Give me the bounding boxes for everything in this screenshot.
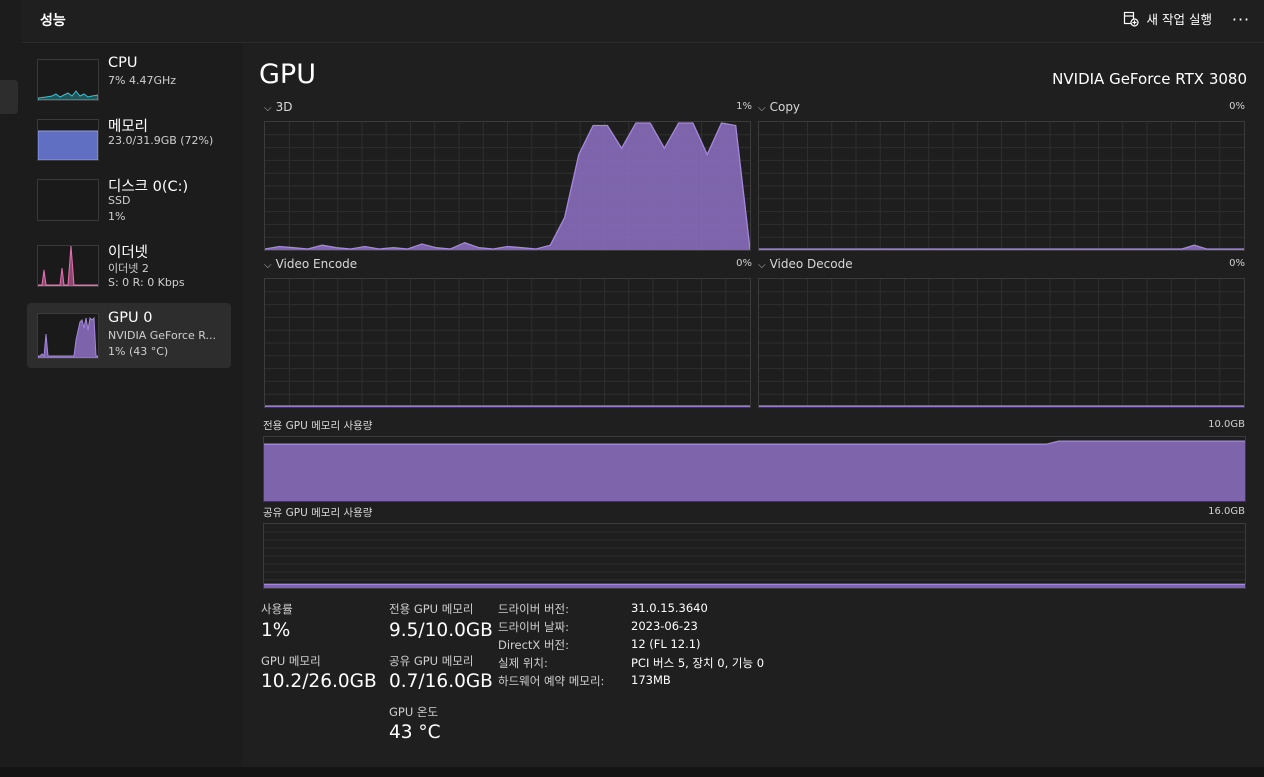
graph-3d xyxy=(264,121,751,251)
graph-video-decode-svg xyxy=(759,279,1244,407)
engine-selector-3d[interactable]: ⌵ 3D xyxy=(264,100,292,114)
nav-rail-selected-indicator[interactable] xyxy=(0,80,18,114)
engine-label: Video Decode xyxy=(769,257,853,271)
nav-rail xyxy=(0,0,22,777)
engine-selector-copy[interactable]: ⌵ Copy xyxy=(758,100,800,114)
cpu-thumbnail-graph xyxy=(37,59,99,101)
sidebar-item-detail: NVIDIA GeForce R... xyxy=(108,329,217,342)
top-bar: 성능 새 작업 실행 ··· xyxy=(22,0,1264,43)
directx-version-key: DirectX 버전: xyxy=(498,638,570,652)
sidebar-item-label: 이더넷 xyxy=(108,245,149,261)
directx-version-value: 12 (FL 12.1) xyxy=(631,637,701,651)
driver-date-value: 2023-06-23 xyxy=(631,619,698,633)
engine-label: 3D xyxy=(275,100,293,114)
sidebar-item-cpu[interactable]: CPU 7% 4.47GHz xyxy=(27,55,231,115)
gpu-memory-label: GPU 메모리 xyxy=(261,654,321,668)
gpu-title: GPU xyxy=(259,59,316,90)
sidebar-item-label: 디스크 0(C:) xyxy=(108,179,189,195)
graph-video-decode xyxy=(758,278,1245,408)
sidebar-item-detail: 이더넷 2 xyxy=(108,262,149,275)
sidebar-item-memory[interactable]: 메모리 23.0/31.9GB (72%) xyxy=(27,115,231,175)
engine-percent: 1% xyxy=(736,101,752,112)
memory-thumbnail-graph xyxy=(37,119,99,161)
graph-copy xyxy=(758,121,1245,251)
graph-copy-svg xyxy=(759,122,1244,250)
sidebar-item-detail: 23.0/31.9GB (72%) xyxy=(108,134,214,147)
dedicated-memory-label: 전용 GPU 메모리 xyxy=(389,602,474,616)
sidebar-item-label: GPU 0 xyxy=(108,310,153,326)
sidebar-item-gpu0[interactable]: GPU 0 NVIDIA GeForce R... 1% (43 °C) xyxy=(27,303,231,368)
sidebar-item-detail-2: S: 0 R: 0 Kbps xyxy=(108,276,185,289)
utilization-label: 사용률 xyxy=(261,602,293,616)
physical-location-value: PCI 버스 5, 장치 0, 기능 0 xyxy=(631,656,765,670)
gpu-temperature-value: 43 °C xyxy=(389,722,441,743)
reserved-memory-value: 173MB xyxy=(631,673,671,687)
driver-version-value: 31.0.15.3640 xyxy=(631,601,708,615)
engine-selector-video-decode[interactable]: ⌵ Video Decode xyxy=(758,257,853,271)
run-new-task-label: 새 작업 실행 xyxy=(1146,12,1212,27)
gpu-thumbnail-svg xyxy=(38,316,98,358)
chevron-down-icon: ⌵ xyxy=(264,103,272,114)
graph-shared-memory xyxy=(263,523,1246,589)
gpu-temperature-label: GPU 온도 xyxy=(389,705,439,719)
gpu-memory-value: 10.2/26.0GB xyxy=(261,671,377,692)
chevron-down-icon: ⌵ xyxy=(758,260,766,271)
shared-memory-graph-label: 공유 GPU 메모리 사용량 xyxy=(263,507,373,519)
dedicated-memory-graph-label: 전용 GPU 메모리 사용량 xyxy=(263,420,373,432)
series-area xyxy=(264,441,1245,501)
graph-3d-svg xyxy=(265,122,750,250)
sidebar-item-label: CPU xyxy=(108,55,138,71)
bottom-bar xyxy=(0,767,1264,777)
more-options-button[interactable]: ··· xyxy=(1228,6,1254,32)
ethernet-thumbnail-graph xyxy=(37,245,99,287)
page-title: 성능 xyxy=(40,13,66,29)
engine-percent: 0% xyxy=(1229,101,1245,112)
cpu-thumbnail-svg xyxy=(38,90,98,100)
sidebar-item-detail: SSD xyxy=(108,194,131,207)
sidebar-item-detail-2: 1% xyxy=(108,210,126,223)
shared-memory-label: 공유 GPU 메모리 xyxy=(389,654,474,668)
disk-thumbnail-graph xyxy=(37,179,99,221)
performance-sidebar: CPU 7% 4.47GHz 메모리 23.0/31.9GB (72%) 디스크… xyxy=(22,43,242,767)
memory-thumbnail-svg xyxy=(38,130,98,160)
driver-version-key: 드라이버 버전: xyxy=(498,602,570,616)
dedicated-memory-value: 9.5/10.0GB xyxy=(389,620,493,641)
chevron-down-icon: ⌵ xyxy=(758,103,766,114)
gpu-thumbnail-graph xyxy=(37,313,99,359)
new-task-icon xyxy=(1123,11,1139,27)
dedicated-memory-max: 10.0GB xyxy=(1208,419,1245,430)
sidebar-item-ethernet[interactable]: 이더넷 이더넷 2 S: 0 R: 0 Kbps xyxy=(27,241,231,301)
sidebar-item-detail: 7% 4.47GHz xyxy=(108,74,177,87)
graph-video-encode-svg xyxy=(265,279,750,407)
graph-dedicated-memory xyxy=(263,436,1246,502)
chevron-down-icon: ⌵ xyxy=(264,260,272,271)
reserved-memory-key: 하드웨어 예약 메모리: xyxy=(498,674,605,688)
engine-percent: 0% xyxy=(736,258,752,269)
physical-location-key: 실제 위치: xyxy=(498,656,548,670)
sidebar-item-detail-2: 1% (43 °C) xyxy=(108,345,169,358)
engine-selector-video-encode[interactable]: ⌵ Video Encode xyxy=(264,257,357,271)
graph-video-encode xyxy=(264,278,751,408)
sidebar-item-label: 메모리 xyxy=(108,119,149,135)
engine-label: Copy xyxy=(769,100,801,114)
graph-shared-memory-svg xyxy=(264,531,1245,588)
ethernet-thumbnail-svg xyxy=(38,246,98,286)
engine-percent: 0% xyxy=(1229,258,1245,269)
gpu-model-name: NVIDIA GeForce RTX 3080 xyxy=(1052,70,1247,88)
engine-label: Video Encode xyxy=(275,257,358,271)
driver-date-key: 드라이버 날짜: xyxy=(498,620,570,634)
run-new-task-button[interactable]: 새 작업 실행 xyxy=(1123,9,1212,28)
sidebar-item-disk[interactable]: 디스크 0(C:) SSD 1% xyxy=(27,175,231,235)
shared-memory-max: 16.0GB xyxy=(1208,506,1245,517)
utilization-value: 1% xyxy=(261,620,291,641)
shared-memory-value: 0.7/16.0GB xyxy=(389,671,493,692)
graph-dedicated-memory-svg xyxy=(264,440,1245,501)
gpu-detail-panel: GPU NVIDIA GeForce RTX 3080 ⌵ 3D 1% ⌵ Copy… xyxy=(242,43,1264,767)
